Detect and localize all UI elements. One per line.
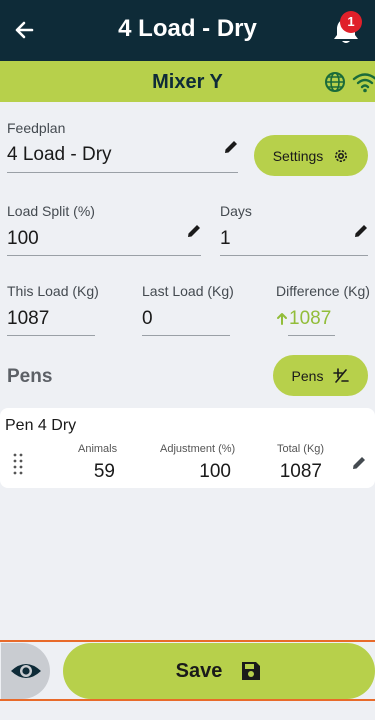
page-title: 4 Load - Dry [118,15,257,42]
this-load-underline [7,335,95,336]
arrow-up-icon [277,313,287,325]
notification-badge: 1 [340,11,362,33]
floppy-disk-icon [242,662,261,680]
feedplan-label: Feedplan [7,120,66,136]
difference-value: 1087 [289,308,332,329]
animals-value: 59 [93,461,115,482]
pen-name: Pen 4 Dry [5,417,77,434]
total-value: 1087 [279,461,322,482]
difference-label: Difference (Kg) [276,283,370,299]
last-load-value: 0 [142,308,153,329]
drag-handle-icon[interactable] [13,452,23,476]
pencil-icon[interactable] [352,222,370,240]
settings-label: Settings [272,147,324,164]
save-button[interactable]: Save [63,643,375,699]
eye-icon [10,664,41,678]
last-load-label: Last Load (Kg) [142,283,234,299]
this-load-label: This Load (Kg) [7,283,99,299]
adjustment-label: Adjustment (%) [160,443,236,455]
load-split-label: Load Split (%) [7,203,95,219]
last-load-underline [142,335,230,336]
app-header: 4 Load - Dry 1 [0,0,375,61]
days-value[interactable]: 1 [220,228,231,250]
save-label: Save [175,659,223,682]
pen-card[interactable]: Pen 4 Dry Animals 59 Adjustment (%) 100 … [0,408,375,488]
gear-icon [335,149,348,162]
pens-title: Pens [7,366,53,387]
load-split-value[interactable]: 100 [7,228,39,250]
animals-label: Animals [78,443,118,455]
difference-underline [288,335,335,336]
pens-button[interactable]: Pens [273,355,368,396]
days-label: Days [220,203,252,219]
mixer-bar: Mixer Y [0,61,375,102]
wifi-icon [352,73,375,93]
total-label: Total (Kg) [277,443,325,455]
this-load-value: 1087 [7,308,50,329]
pencil-icon[interactable] [350,454,368,472]
load-split-underline [7,255,201,256]
pencil-icon[interactable] [222,138,240,156]
feedplan-underline [7,172,238,173]
adjustment-value: 100 [199,461,231,482]
plus-minus-icon [333,367,350,383]
settings-button[interactable]: Settings [254,135,368,176]
feedplan-value[interactable]: 4 Load - Dry [7,144,112,166]
mixer-name: Mixer Y [152,71,223,93]
pens-button-label: Pens [291,367,324,384]
days-underline [220,255,368,256]
globe-icon [325,72,345,92]
pencil-icon[interactable] [185,222,203,240]
